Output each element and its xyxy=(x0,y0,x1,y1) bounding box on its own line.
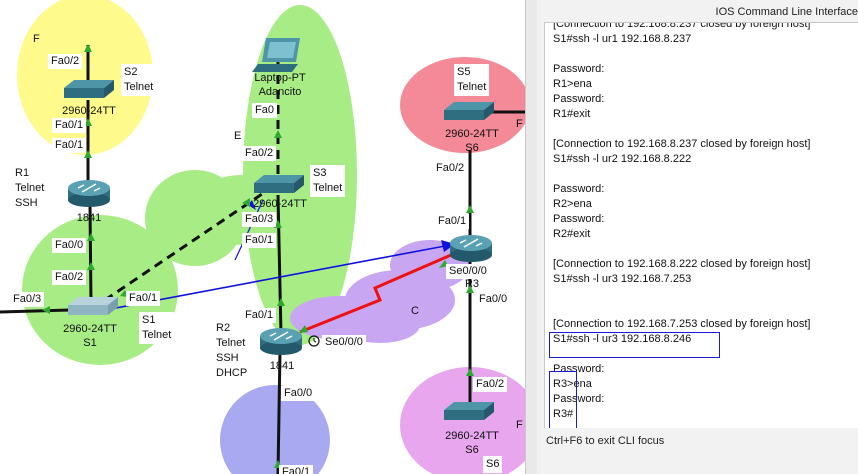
switch-s2-icon[interactable] xyxy=(64,80,114,98)
switch-s6-icon[interactable] xyxy=(444,402,494,420)
port-label: Fa0/2 xyxy=(52,270,87,285)
cli-line: Password: xyxy=(553,363,605,375)
router-r2-icon[interactable] xyxy=(260,328,302,355)
port-label: Fa0/0 xyxy=(52,238,87,253)
cli-output: [Connection to 192.168.8.237 closed by f… xyxy=(553,22,811,422)
s1-caption: 2960-24TT S1 xyxy=(63,323,117,349)
cli-line xyxy=(553,287,810,302)
port-label: Fa0/2 xyxy=(242,146,277,161)
area-label-pink: F xyxy=(516,419,523,431)
area-label-yellow: F xyxy=(33,33,40,45)
r2-caption: 1841 xyxy=(269,360,295,372)
switch-s5-icon[interactable] xyxy=(444,102,494,120)
cli-line: R1>ena xyxy=(553,78,592,90)
note-s2: S2 Telnet xyxy=(121,64,157,96)
area-label-green: E xyxy=(234,130,242,142)
r3-caption: R3 xyxy=(464,278,480,290)
link-s1-west[interactable] xyxy=(0,308,71,314)
router-r1-icon[interactable] xyxy=(68,180,110,207)
s5-caption: 2960-24TT S6 xyxy=(445,128,499,154)
s6-caption: 2960-24TT S6 xyxy=(445,430,499,456)
note-s6: S6 xyxy=(483,456,503,473)
cli-focus-hint: Ctrl+F6 to exit CLI focus xyxy=(546,435,665,447)
cli-line xyxy=(553,302,810,317)
port-label: Fa0/2 xyxy=(48,54,83,69)
s2-caption: 2960-24TT xyxy=(62,105,116,117)
note-s3: S3 Telnet xyxy=(310,165,346,197)
cli-highlight-ssh-command xyxy=(549,332,720,358)
port-label: Se0/0/0 xyxy=(322,335,366,350)
cli-line: [Connection to 192.168.7.253 closed by f… xyxy=(553,318,811,330)
cli-line: R2>ena xyxy=(553,198,592,210)
port-label: Fa0/2 xyxy=(473,377,508,392)
port-label: Fa0/1 xyxy=(52,138,87,153)
port-label: Fa0/0 xyxy=(281,386,316,401)
area-label-red: F xyxy=(516,118,523,130)
cli-line: Password: xyxy=(553,213,605,225)
port-label: Se0/0/0 xyxy=(446,264,490,279)
cli-panel: IOS Command Line Interface [Connection t… xyxy=(537,0,858,474)
cli-line: Password: xyxy=(553,393,605,405)
cli-line: R3# xyxy=(553,408,574,420)
cli-line: R1#exit xyxy=(553,108,591,120)
cli-panel-title: IOS Command Line Interface xyxy=(715,6,858,18)
port-label: Fa0/3 xyxy=(10,292,45,307)
note-r1: R1 Telnet SSH xyxy=(12,165,48,212)
cli-line: Password: xyxy=(553,93,605,105)
cli-line: Password: xyxy=(553,183,605,195)
topology-canvas[interactable]: F E C F F S2 Telnet R1 Telnet SSH S3 Tel… xyxy=(0,0,525,474)
port-label: Fa0 xyxy=(252,103,277,118)
router-r3-icon[interactable] xyxy=(450,235,492,262)
cli-line xyxy=(553,47,810,62)
cli-line: R3>ena xyxy=(553,378,592,390)
cli-line xyxy=(553,167,810,182)
cli-terminal[interactable]: [Connection to 192.168.8.237 closed by f… xyxy=(544,22,858,428)
note-s1: S1 Telnet xyxy=(139,312,175,344)
area-label-purple: C xyxy=(411,305,419,317)
port-label: Fa0/3 xyxy=(242,212,277,227)
port-label: Fa0/1 xyxy=(242,308,277,323)
port-label: Fa0/1 xyxy=(126,291,161,306)
note-r2: R2 Telnet SSH DHCP xyxy=(213,320,251,382)
port-label: Fa0/1 xyxy=(279,465,314,474)
switch-s3-icon[interactable] xyxy=(254,175,304,193)
cli-line: S1#ssh -l ur2 192.168.8.222 xyxy=(553,153,692,165)
cli-line: S1#ssh -l ur1 192.168.8.237 xyxy=(553,33,692,45)
cli-line: R2#exit xyxy=(553,228,591,240)
cli-line xyxy=(553,122,810,137)
port-label: Fa0/1 xyxy=(242,233,277,248)
port-label: Fa0/1 xyxy=(435,214,470,229)
port-label: Fa0/1 xyxy=(52,118,87,133)
cli-line: [Connection to 192.168.8.222 closed by f… xyxy=(553,258,811,270)
port-label: Fa0/0 xyxy=(476,292,511,307)
port-label: Fa0/2 xyxy=(433,161,468,176)
note-s5: S5 Telnet xyxy=(454,64,490,96)
cli-line: [Connection to 192.168.8.237 closed by f… xyxy=(553,22,811,30)
r1-caption: 1841 xyxy=(76,212,102,224)
panel-splitter[interactable] xyxy=(525,0,537,474)
cli-line xyxy=(553,242,810,257)
cli-line: [Connection to 192.168.8.237 closed by f… xyxy=(553,138,811,150)
cli-line: S1#ssh -l ur3 192.168.7.253 xyxy=(553,273,692,285)
cli-line: Password: xyxy=(553,63,605,75)
laptop-caption: Laptop-PT Adancito xyxy=(254,72,306,98)
laptop-icon[interactable] xyxy=(252,38,300,72)
cli-highlight-r3-prompt xyxy=(549,371,577,428)
switch-s1-icon[interactable] xyxy=(68,297,118,315)
s3-caption: 2960-24TT xyxy=(253,198,307,210)
